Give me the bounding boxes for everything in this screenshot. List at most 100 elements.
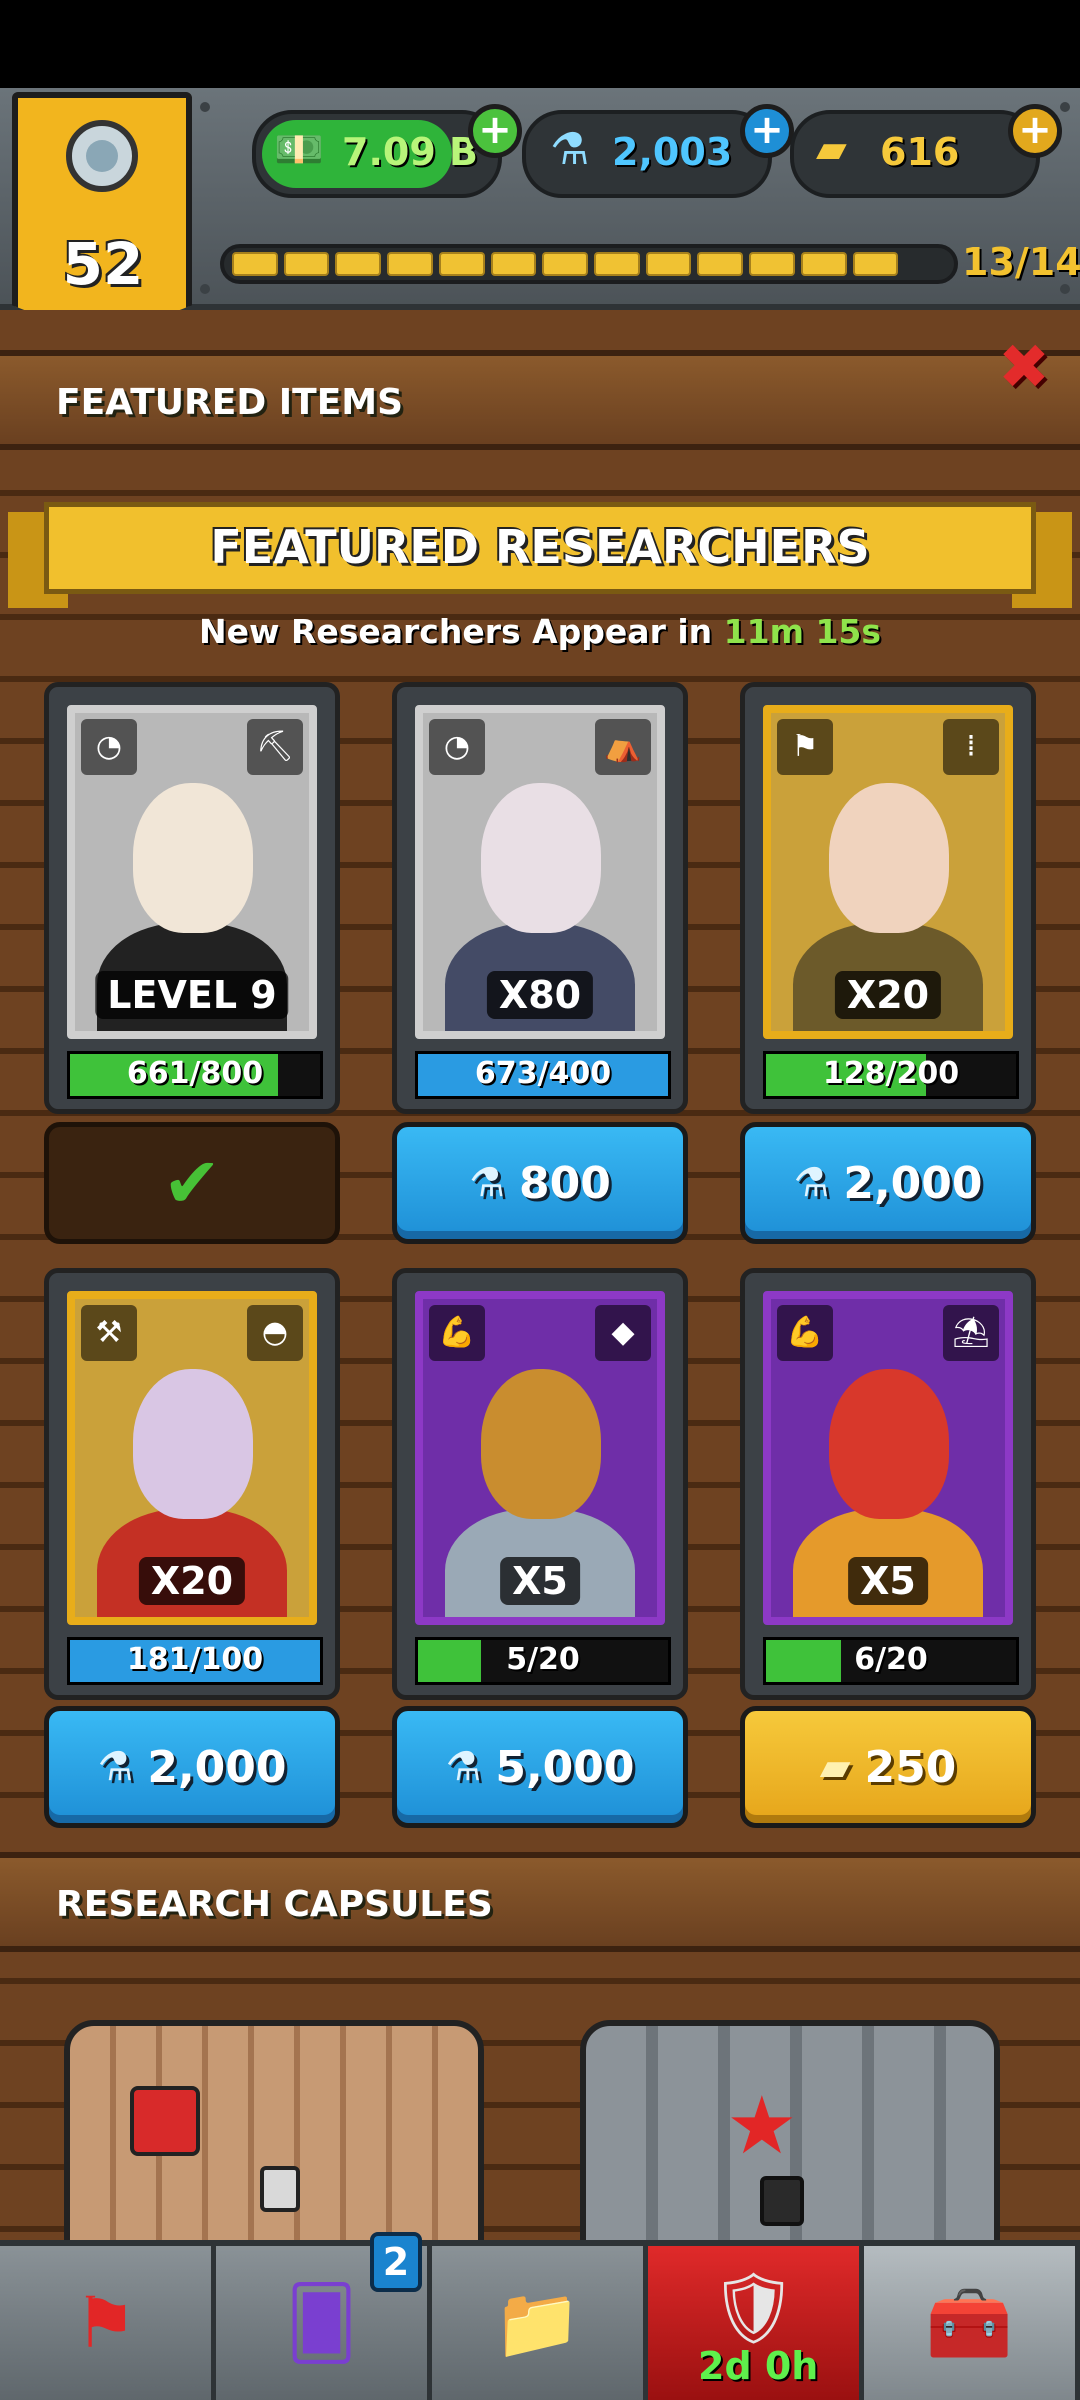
researcher-head xyxy=(481,1369,601,1519)
speedometer-icon: ◔ xyxy=(429,719,485,775)
researcher-portrait-frame: ⚑ ⁞ X20 xyxy=(763,705,1013,1039)
researcher-progress-text: 5/20 xyxy=(506,1642,580,1677)
xp-segment xyxy=(594,252,640,276)
researcher-progress-bar: 128/200 xyxy=(763,1051,1019,1099)
wooden-capsule-chest[interactable] xyxy=(64,2020,484,2250)
treasure-chest-icon: 🧰 xyxy=(925,2281,1014,2364)
researcher-tag: X20 xyxy=(138,1557,246,1605)
science-value: 2,003 xyxy=(612,130,733,174)
researcher-card[interactable]: ◔ ⛺ X80 673/400 xyxy=(392,682,688,1114)
buy-researcher-button[interactable]: ⚗ 5,000 xyxy=(392,1706,688,1828)
research-capsules-header: RESEARCH CAPSULES xyxy=(0,1852,1080,1952)
hat-icon: ◓ xyxy=(247,1305,303,1361)
cards-notification-badge: 2 xyxy=(370,2232,422,2292)
price-label: 800 xyxy=(519,1157,611,1209)
shovel-icon: ⚒ xyxy=(81,1305,137,1361)
red-star-icon: ★ xyxy=(726,2079,798,2172)
player-level-badge[interactable]: 52 xyxy=(12,92,192,340)
medal-icon xyxy=(66,120,138,192)
add-gold-button[interactable]: + xyxy=(1008,104,1062,158)
xp-segment xyxy=(749,252,795,276)
refresh-prefix: New Researchers Appear in xyxy=(198,612,713,651)
researcher-progress-bar: 673/400 xyxy=(415,1051,671,1099)
speedometer-icon: ◔ xyxy=(81,719,137,775)
xp-segment xyxy=(232,252,278,276)
player-level: 52 xyxy=(62,230,144,298)
price-label: 250 xyxy=(864,1741,957,1793)
science-flask-icon: ⚗ xyxy=(550,124,590,175)
buy-researcher-button[interactable]: ▰ 250 xyxy=(740,1706,1036,1828)
gold-value: 616 xyxy=(880,130,960,174)
island-icon: ⛱ xyxy=(943,1305,999,1361)
ammo-icon: ⁞ xyxy=(943,719,999,775)
featured-researchers-title: FEATURED RESEARCHERS xyxy=(210,520,870,574)
science-flask-icon: ⚗ xyxy=(97,1744,134,1790)
cash-icon: 💵 xyxy=(274,127,324,173)
cash-counter: 💵 7.09 B + xyxy=(252,104,522,198)
xp-segment xyxy=(904,252,946,276)
fist-emblem-icon xyxy=(130,2086,200,2156)
researcher-card[interactable]: ◔ ⛏ LEVEL 9 661/800 xyxy=(44,682,340,1114)
add-science-button[interactable]: + xyxy=(740,104,794,158)
gold-bar-icon: ▰ xyxy=(819,1744,851,1790)
claimed-checkmark-button[interactable]: ✔ xyxy=(44,1122,340,1244)
nav-shop[interactable]: 🧰 xyxy=(864,2246,1080,2400)
gold-counter: ▰ 616 + xyxy=(790,104,1062,198)
researcher-progress-bar: 6/20 xyxy=(763,1637,1019,1685)
researcher-progress-bar: 181/100 xyxy=(67,1637,323,1685)
buy-researcher-button[interactable]: ⚗ 800 xyxy=(392,1122,688,1244)
xp-segment xyxy=(852,252,899,276)
shield-sword-icon: 🛡 xyxy=(709,2266,798,2349)
muscle-icon: 💪 xyxy=(429,1305,485,1361)
buy-researcher-button[interactable]: ⚗ 2,000 xyxy=(740,1122,1036,1244)
researcher-progress-bar: 661/800 xyxy=(67,1051,323,1099)
researcher-tag: X5 xyxy=(500,1557,580,1605)
folder-icon: 📁 xyxy=(493,2281,582,2364)
researcher-tag: X80 xyxy=(486,971,594,1019)
bottom-navigation: ⚑ 🂠 📁 🛡 🧰 xyxy=(0,2240,1080,2400)
price-label: 5,000 xyxy=(495,1741,635,1793)
xp-segment xyxy=(335,252,382,276)
price-label: 2,000 xyxy=(843,1157,983,1209)
steel-capsule-chest[interactable]: ★ xyxy=(580,2020,1000,2250)
researcher-head xyxy=(133,1369,253,1519)
nav-missions[interactable]: ⚑ xyxy=(0,2246,216,2400)
cards-icon: 🂠 xyxy=(285,2282,358,2364)
checkmark-icon: ✔ xyxy=(162,1142,222,1224)
featured-items-header: FEATURED ITEMS xyxy=(0,350,1080,450)
researcher-portrait-frame: 💪 ◆ X5 xyxy=(415,1291,665,1625)
flag-icon: ⚑ xyxy=(777,719,833,775)
researcher-tag: X20 xyxy=(834,971,942,1019)
tent-icon: ⛺ xyxy=(595,719,651,775)
close-icon[interactable]: ✖ xyxy=(998,330,1050,403)
researcher-progress-bar: 5/20 xyxy=(415,1637,671,1685)
researcher-head xyxy=(481,783,601,933)
researcher-card[interactable]: ⚑ ⁞ X20 128/200 xyxy=(740,682,1036,1114)
research-capsules-title: RESEARCH CAPSULES xyxy=(56,1884,493,1925)
gold-bar-icon: ▰ xyxy=(816,126,847,172)
refresh-timer-text: New Researchers Appear in 11m 15s xyxy=(0,612,1080,651)
researcher-progress-text: 181/100 xyxy=(126,1642,264,1677)
xp-segment xyxy=(490,252,537,276)
researcher-card[interactable]: 💪 ⛱ X5 6/20 xyxy=(740,1268,1036,1700)
price-label: 2,000 xyxy=(147,1741,287,1793)
xp-progress-text: 13/14 xyxy=(962,240,1080,284)
nav-folder[interactable]: 📁 xyxy=(432,2246,648,2400)
researcher-head xyxy=(133,783,253,933)
xp-segment xyxy=(697,252,744,276)
researcher-card[interactable]: ⚒ ◓ X20 181/100 xyxy=(44,1268,340,1700)
science-flask-icon: ⚗ xyxy=(469,1160,505,1206)
researcher-portrait-frame: ◔ ⛺ X80 xyxy=(415,705,665,1039)
xp-segment xyxy=(438,252,485,276)
xp-segment xyxy=(645,252,692,276)
rock-icon: ◆ xyxy=(595,1305,651,1361)
buy-researcher-button[interactable]: ⚗ 2,000 xyxy=(44,1706,340,1828)
featured-researchers-banner: FEATURED RESEARCHERS xyxy=(44,502,1036,594)
add-cash-button[interactable]: + xyxy=(468,104,522,158)
researcher-card[interactable]: 💪 ◆ X5 5/20 xyxy=(392,1268,688,1700)
padlock-icon xyxy=(760,2176,804,2226)
science-flask-icon: ⚗ xyxy=(793,1160,830,1206)
refresh-time: 11m 15s xyxy=(723,612,882,651)
researcher-head xyxy=(829,1369,949,1519)
featured-items-title: FEATURED ITEMS xyxy=(56,382,404,423)
